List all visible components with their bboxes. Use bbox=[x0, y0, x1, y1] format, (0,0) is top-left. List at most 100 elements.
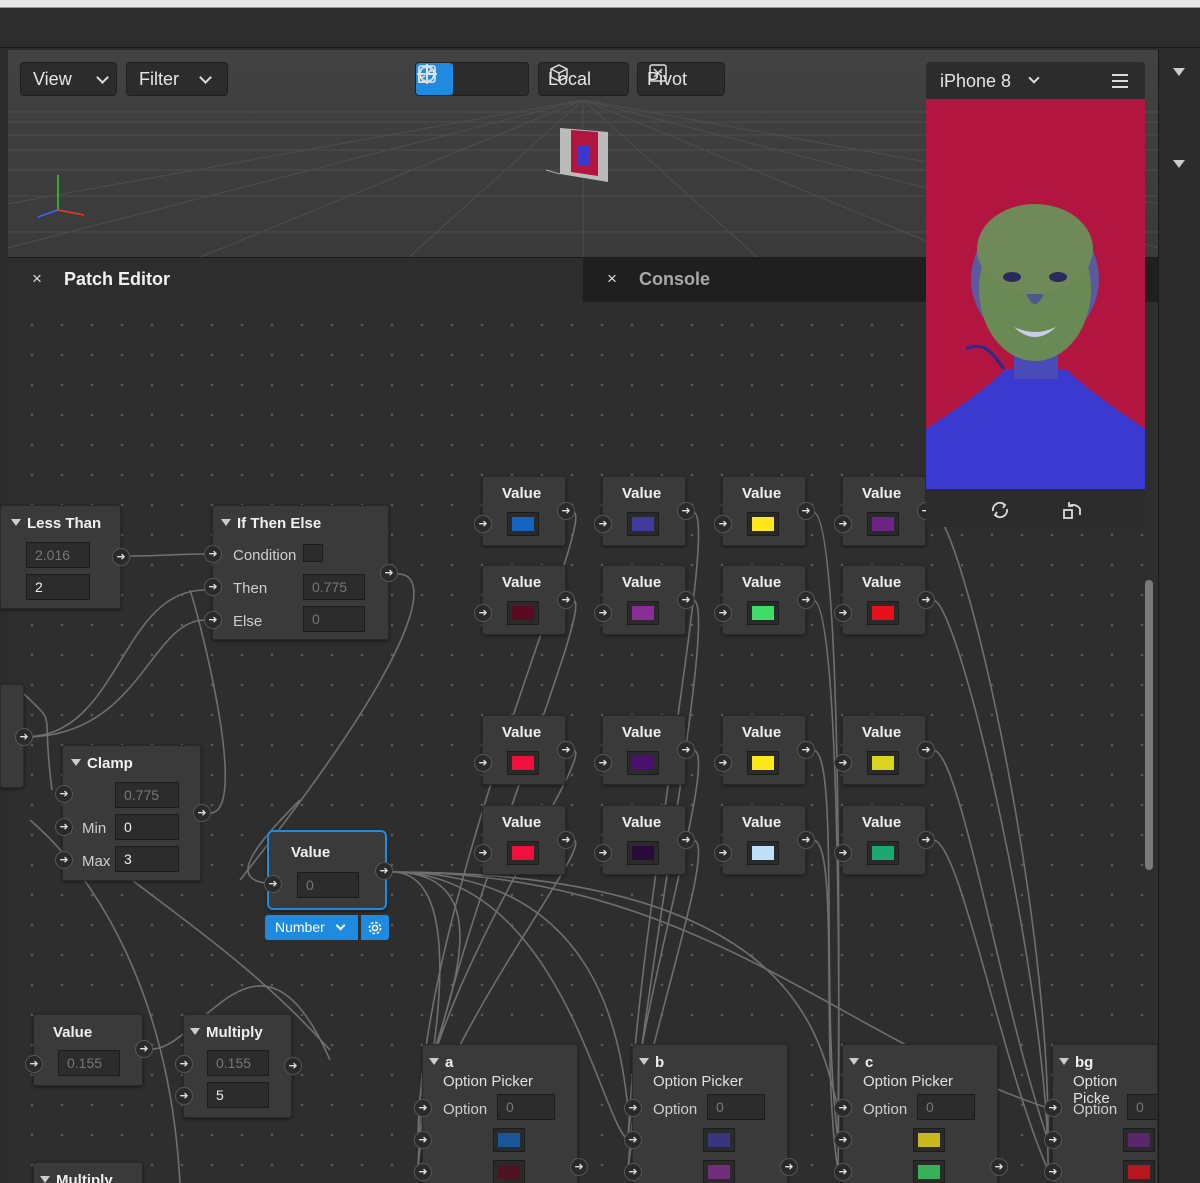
option-picker-node[interactable]: b Option Picker Option 0 bbox=[632, 1044, 788, 1183]
input-port[interactable]: ➜ bbox=[834, 844, 852, 862]
output-port[interactable]: ➜ bbox=[917, 591, 935, 609]
input-port[interactable]: ➜ bbox=[624, 1131, 642, 1149]
if-then-else-node[interactable]: If Then Else Condition Then 0.775 Else 0 bbox=[212, 505, 389, 640]
multiply-node[interactable]: Multiply 0.155 5 bbox=[183, 1014, 292, 1118]
color-swatch[interactable] bbox=[747, 841, 779, 865]
condition-checkbox[interactable] bbox=[303, 544, 323, 562]
option-field[interactable]: 0 bbox=[497, 1094, 555, 1120]
input-port[interactable]: ➜ bbox=[204, 578, 222, 596]
value-field[interactable]: 0 bbox=[297, 872, 359, 898]
color-value-node[interactable]: Value bbox=[722, 805, 806, 875]
color-value-node[interactable]: Value bbox=[602, 805, 686, 875]
color-swatch[interactable] bbox=[703, 1128, 735, 1152]
color-swatch[interactable] bbox=[867, 841, 899, 865]
option-field[interactable]: 0 bbox=[707, 1094, 765, 1120]
color-value-node[interactable]: Value bbox=[602, 715, 686, 785]
output-port[interactable]: ➜ bbox=[557, 831, 575, 849]
input-port[interactable]: ➜ bbox=[55, 818, 73, 836]
color-value-node[interactable]: Value bbox=[842, 565, 926, 635]
color-swatch[interactable] bbox=[627, 841, 659, 865]
value-node-selected[interactable]: Value 0 bbox=[267, 830, 387, 910]
color-value-node[interactable]: Value bbox=[842, 715, 926, 785]
option-picker-node[interactable]: c Option Picker Option 0 bbox=[842, 1044, 998, 1183]
input-port[interactable]: ➜ bbox=[1044, 1131, 1062, 1149]
collapse-icon[interactable] bbox=[429, 1058, 439, 1065]
input-port[interactable]: ➜ bbox=[714, 844, 732, 862]
multiply-input-a[interactable]: 0.155 bbox=[207, 1050, 269, 1076]
input-port[interactable]: ➜ bbox=[624, 1163, 642, 1181]
output-port[interactable]: ➜ bbox=[797, 502, 815, 520]
menu-icon[interactable] bbox=[1112, 74, 1128, 88]
output-port[interactable]: ➜ bbox=[990, 1158, 1008, 1176]
color-swatch[interactable] bbox=[627, 512, 659, 536]
output-port[interactable]: ➜ bbox=[570, 1158, 588, 1176]
collapse-icon[interactable] bbox=[11, 519, 21, 526]
collapse-icon[interactable] bbox=[190, 1028, 200, 1035]
input-port[interactable]: ➜ bbox=[264, 875, 282, 893]
input-port[interactable]: ➜ bbox=[834, 1163, 852, 1181]
input-port[interactable]: ➜ bbox=[474, 515, 492, 533]
input-port[interactable]: ➜ bbox=[474, 604, 492, 622]
color-swatch[interactable] bbox=[507, 841, 539, 865]
input-port[interactable]: ➜ bbox=[624, 1099, 642, 1117]
input-port[interactable]: ➜ bbox=[714, 604, 732, 622]
output-port[interactable]: ➜ bbox=[917, 741, 935, 759]
collapse-icon[interactable] bbox=[849, 1058, 859, 1065]
color-swatch[interactable] bbox=[747, 601, 779, 625]
color-swatch[interactable] bbox=[913, 1128, 945, 1152]
input-port[interactable]: ➜ bbox=[175, 1055, 193, 1073]
color-swatch[interactable] bbox=[867, 601, 899, 625]
input-port[interactable]: ➜ bbox=[834, 1131, 852, 1149]
option-field[interactable]: 0 bbox=[917, 1094, 975, 1120]
output-port[interactable]: ➜ bbox=[677, 502, 695, 520]
else-value[interactable]: 0 bbox=[303, 606, 365, 632]
input-port[interactable]: ➜ bbox=[25, 1055, 43, 1073]
color-swatch[interactable] bbox=[747, 751, 779, 775]
output-port[interactable]: ➜ bbox=[557, 591, 575, 609]
input-port[interactable]: ➜ bbox=[594, 604, 612, 622]
value-node[interactable]: Value 0.155 bbox=[33, 1014, 143, 1086]
input-port[interactable]: ➜ bbox=[834, 604, 852, 622]
input-port[interactable]: ➜ bbox=[414, 1163, 432, 1181]
color-swatch[interactable] bbox=[627, 601, 659, 625]
color-value-node[interactable]: Value bbox=[482, 805, 566, 875]
color-swatch[interactable] bbox=[1123, 1128, 1155, 1152]
input-port[interactable]: ➜ bbox=[1044, 1099, 1062, 1117]
color-swatch[interactable] bbox=[867, 751, 899, 775]
input-port[interactable]: ➜ bbox=[175, 1087, 193, 1105]
input-port[interactable]: ➜ bbox=[594, 515, 612, 533]
canvas-scrollbar[interactable] bbox=[1145, 580, 1153, 870]
color-value-node[interactable]: Value bbox=[482, 476, 566, 546]
type-dropdown[interactable]: Number bbox=[265, 915, 358, 940]
collapse-icon[interactable] bbox=[71, 759, 81, 766]
input-port[interactable]: ➜ bbox=[834, 515, 852, 533]
input-port[interactable]: ➜ bbox=[414, 1099, 432, 1117]
color-value-node[interactable]: Value bbox=[722, 565, 806, 635]
input-port[interactable]: ➜ bbox=[1044, 1163, 1062, 1181]
color-swatch[interactable] bbox=[913, 1160, 945, 1183]
input-port[interactable]: ➜ bbox=[474, 844, 492, 862]
output-port[interactable]: ➜ bbox=[15, 728, 33, 746]
clamp-max[interactable]: 3 bbox=[115, 846, 179, 872]
color-value-node[interactable]: Value bbox=[842, 805, 926, 875]
color-swatch[interactable] bbox=[867, 512, 899, 536]
multiply-node[interactable]: Multiply bbox=[33, 1162, 143, 1183]
color-swatch[interactable] bbox=[493, 1128, 525, 1152]
output-port[interactable]: ➜ bbox=[193, 804, 211, 822]
less-than-input-a[interactable]: 2.016 bbox=[26, 542, 90, 568]
input-port[interactable]: ➜ bbox=[55, 851, 73, 869]
color-value-node[interactable]: Value bbox=[722, 715, 806, 785]
value-field[interactable]: 0.155 bbox=[58, 1050, 120, 1076]
less-than-input-b[interactable]: 2 bbox=[26, 574, 90, 600]
input-port[interactable]: ➜ bbox=[204, 611, 222, 629]
output-port[interactable]: ➜ bbox=[380, 564, 398, 582]
then-value[interactable]: 0.775 bbox=[303, 574, 365, 600]
output-port[interactable]: ➜ bbox=[780, 1158, 798, 1176]
color-swatch[interactable] bbox=[747, 512, 779, 536]
output-port[interactable]: ➜ bbox=[135, 1040, 153, 1058]
input-port[interactable]: ➜ bbox=[834, 754, 852, 772]
color-swatch[interactable] bbox=[493, 1160, 525, 1183]
color-value-node[interactable]: Value bbox=[602, 565, 686, 635]
output-port[interactable]: ➜ bbox=[797, 591, 815, 609]
multiply-input-b[interactable]: 5 bbox=[207, 1082, 269, 1108]
